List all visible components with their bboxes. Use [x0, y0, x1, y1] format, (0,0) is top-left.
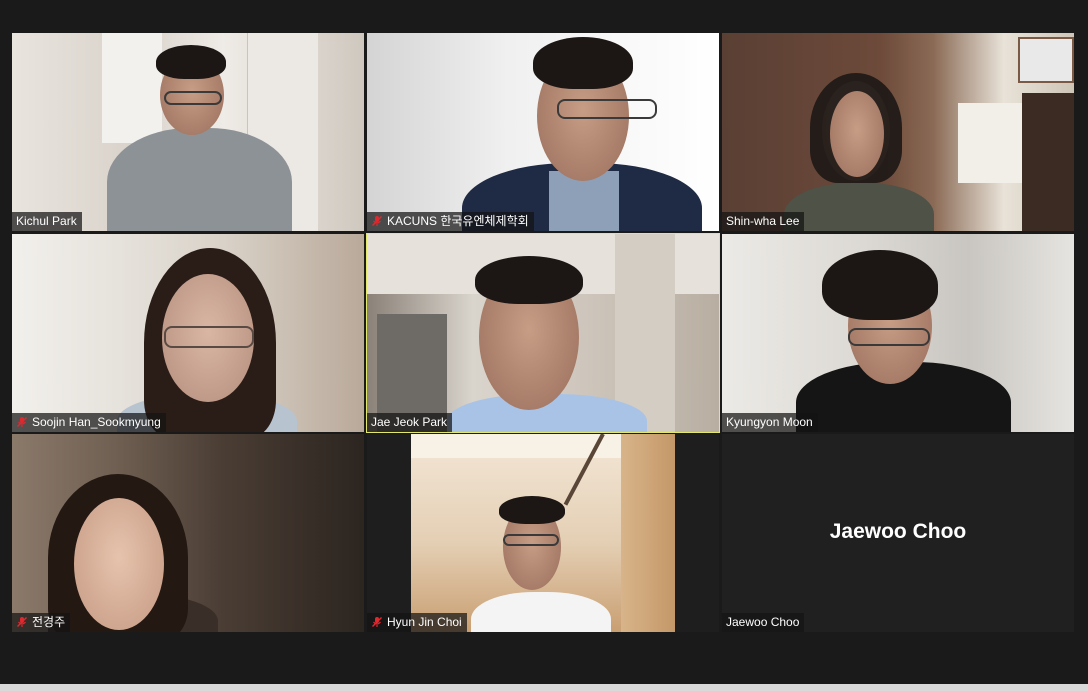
participant-name: Jae Jeok Park [371, 415, 448, 429]
video-feed [12, 234, 364, 432]
participant-name: Kyungyon Moon [726, 415, 813, 429]
microphone-muted-icon [372, 216, 382, 226]
participant-name-label: Jaewoo Choo [722, 613, 805, 632]
participant-name: Kichul Park [16, 214, 77, 228]
video-tile-jeon-gyeongju[interactable]: 전경주 [12, 434, 364, 632]
video-feed [722, 234, 1074, 432]
video-feed [367, 234, 719, 432]
microphone-muted-icon [17, 417, 27, 427]
video-feed [722, 33, 1074, 231]
participant-name: Hyun Jin Choi [387, 615, 462, 629]
microphone-muted-icon [372, 617, 382, 627]
participant-name: Shin-wha Lee [726, 214, 800, 228]
meeting-window: Kichul Park KACUNS 한국유엔체제학회 Shin-wha Lee… [0, 0, 1088, 684]
gallery-view: Kichul Park KACUNS 한국유엔체제학회 Shin-wha Lee… [0, 0, 1088, 684]
participant-name-label: 전경주 [12, 613, 71, 632]
video-feed [367, 33, 719, 231]
video-tile-hyun-jin-choi[interactable]: Hyun Jin Choi [367, 434, 719, 632]
video-tile-soojin-han[interactable]: Soojin Han_Sookmyung [12, 234, 364, 432]
participant-name-label: Jae Jeok Park [367, 413, 453, 432]
participant-name-label: Soojin Han_Sookmyung [12, 413, 166, 432]
video-tile-kacuns[interactable]: KACUNS 한국유엔체제학회 [367, 33, 719, 231]
participant-name-label: Shin-wha Lee [722, 212, 805, 231]
participant-name: Soojin Han_Sookmyung [32, 415, 161, 429]
video-tile-shin-wha-lee[interactable]: Shin-wha Lee [722, 33, 1074, 231]
video-off-name: Jaewoo Choo [829, 520, 967, 543]
video-feed [12, 33, 364, 231]
video-tile-jae-jeok-park[interactable]: Jae Jeok Park [366, 233, 720, 433]
participant-name: KACUNS 한국유엔체제학회 [387, 214, 529, 228]
window-bottom-edge [0, 684, 1088, 691]
participant-name-label: Kyungyon Moon [722, 413, 818, 432]
video-tile-kyungyon-moon[interactable]: Kyungyon Moon [722, 234, 1074, 432]
participant-name: 전경주 [32, 615, 66, 629]
participant-name-label: Kichul Park [12, 212, 82, 231]
video-tile-kichul-park[interactable]: Kichul Park [12, 33, 364, 231]
video-feed [411, 434, 675, 632]
participant-name-label: Hyun Jin Choi [367, 613, 467, 632]
video-tile-jaewoo-choo[interactable]: Jaewoo Choo Jaewoo Choo [722, 434, 1074, 632]
video-feed [12, 434, 364, 632]
participant-name-label: KACUNS 한국유엔체제학회 [367, 212, 534, 231]
participant-name: Jaewoo Choo [726, 615, 800, 629]
microphone-muted-icon [17, 617, 27, 627]
